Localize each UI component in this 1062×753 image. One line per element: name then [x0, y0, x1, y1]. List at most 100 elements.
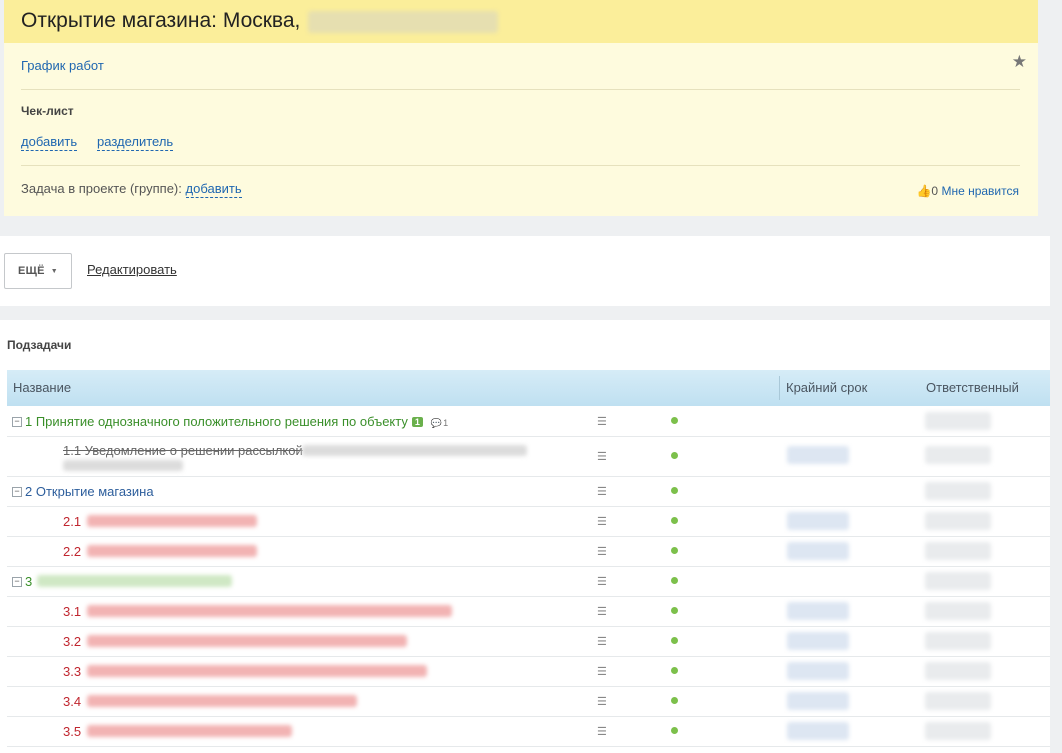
checklist-divider-link[interactable]: разделитель: [97, 134, 174, 151]
subtask-number[interactable]: 2.2: [63, 544, 81, 559]
redacted-deadline: [787, 446, 849, 464]
status-dot: [671, 452, 678, 459]
status-dot: [671, 607, 678, 614]
status-dot: [671, 697, 678, 704]
comment-count: 1: [443, 418, 449, 428]
collapse-icon[interactable]: −: [12, 577, 22, 587]
redacted-responsible: [925, 572, 991, 590]
redacted-text: [87, 665, 427, 677]
task-card: Открытие магазина: Москва, ★ График рабо…: [4, 0, 1038, 216]
subtask-title[interactable]: 1.1 Уведомление о решении рассылкой: [63, 443, 303, 458]
redacted-address: [308, 10, 499, 33]
redacted-responsible: [925, 692, 991, 710]
column-name[interactable]: Название: [13, 380, 71, 395]
subtask-number[interactable]: 3.5: [63, 724, 81, 739]
edit-link[interactable]: Редактировать: [87, 262, 177, 277]
table-row[interactable]: 3.2 ☰: [7, 626, 1050, 657]
table-row[interactable]: 3.5 ☰: [7, 716, 1050, 747]
project-add-link[interactable]: добавить: [185, 181, 242, 198]
more-button[interactable]: ЕЩЁ ▼: [4, 253, 72, 289]
star-icon[interactable]: ★: [1012, 52, 1027, 72]
table-row[interactable]: − 2 Открытие магазина ☰: [7, 476, 1050, 507]
subtask-title[interactable]: 2 Открытие магазина: [25, 484, 154, 499]
actions-bar: ЕЩЁ ▼ Редактировать: [0, 236, 1050, 306]
status-dot: [671, 577, 678, 584]
thumbs-up-icon: 👍: [916, 184, 932, 198]
subtask-number[interactable]: 3.2: [63, 634, 81, 649]
schedule-link[interactable]: График работ: [21, 58, 104, 73]
redacted-deadline: [787, 632, 849, 650]
status-dot: [671, 667, 678, 674]
redacted-deadline: [787, 722, 849, 740]
menu-icon[interactable]: ☰: [597, 725, 607, 738]
collapse-icon[interactable]: −: [12, 417, 22, 427]
status-dot: [671, 487, 678, 494]
menu-icon[interactable]: ☰: [597, 515, 607, 528]
column-divider: [779, 376, 780, 400]
table-row[interactable]: − 1 Принятие однозначного положительного…: [7, 406, 1050, 437]
likes-label[interactable]: Мне нравится: [941, 184, 1019, 198]
subtask-count-badge: 1: [411, 417, 423, 427]
menu-icon[interactable]: ☰: [597, 695, 607, 708]
subtask-title[interactable]: 3: [25, 574, 32, 589]
table-row[interactable]: 3.4 ☰: [7, 686, 1050, 717]
column-deadline[interactable]: Крайний срок: [786, 380, 867, 395]
redacted-responsible: [925, 602, 991, 620]
redacted-text: [87, 725, 292, 737]
subtask-number[interactable]: 3.3: [63, 664, 81, 679]
checklist-title: Чек-лист: [21, 104, 74, 118]
redacted-text: [87, 635, 407, 647]
table-row[interactable]: 1.1 Уведомление о решении рассылкой ☰: [7, 436, 1050, 477]
menu-icon[interactable]: ☰: [597, 575, 607, 588]
task-header: Открытие магазина: Москва,: [4, 0, 1038, 43]
menu-icon[interactable]: ☰: [597, 545, 607, 558]
redacted-responsible: [925, 632, 991, 650]
redacted-responsible: [925, 722, 991, 740]
table-row[interactable]: − 3 ☰: [7, 566, 1050, 597]
comment-icon: 💬: [430, 418, 443, 428]
redacted-responsible: [925, 482, 991, 500]
menu-icon[interactable]: ☰: [597, 485, 607, 498]
subtask-number[interactable]: 2.1: [63, 514, 81, 529]
divider: [21, 89, 1020, 90]
redacted-deadline: [787, 542, 849, 560]
menu-icon[interactable]: ☰: [597, 450, 607, 463]
table-row[interactable]: 3.1 ☰: [7, 596, 1050, 627]
redacted-responsible: [925, 662, 991, 680]
likes-count: 0: [931, 184, 939, 198]
redacted-text: [87, 515, 257, 527]
redacted-responsible: [925, 446, 991, 464]
redacted-text: [87, 605, 452, 617]
redacted-responsible: [925, 412, 991, 430]
redacted-deadline: [787, 512, 849, 530]
table-row[interactable]: 3.3 ☰: [7, 656, 1050, 687]
checklist-add-link[interactable]: добавить: [21, 134, 78, 151]
table-row[interactable]: 2.1 ☰: [7, 506, 1050, 537]
menu-icon[interactable]: ☰: [597, 635, 607, 648]
subtask-title[interactable]: 1 Принятие однозначного положительного р…: [25, 414, 448, 429]
task-title: Открытие магазина: Москва,: [21, 8, 301, 32]
table-row[interactable]: 2.2 ☰: [7, 536, 1050, 567]
status-dot: [671, 547, 678, 554]
redacted-deadline: [787, 662, 849, 680]
menu-icon[interactable]: ☰: [597, 665, 607, 678]
subtasks-panel: Подзадачи Название Крайний срок Ответств…: [0, 320, 1050, 753]
redacted-text: [63, 460, 183, 471]
divider: [21, 165, 1020, 166]
redacted-text: [87, 695, 357, 707]
like-button[interactable]: 👍0 Мне нравится: [916, 184, 1019, 198]
menu-icon[interactable]: ☰: [597, 415, 607, 428]
table-header: Название Крайний срок Ответственный: [7, 370, 1050, 406]
redacted-responsible: [925, 512, 991, 530]
status-dot: [671, 417, 678, 424]
subtasks-title: Подзадачи: [7, 338, 72, 352]
redacted-text: [87, 545, 257, 557]
project-label: Задача в проекте (группе):: [21, 181, 182, 196]
status-dot: [671, 517, 678, 524]
collapse-icon[interactable]: −: [12, 487, 22, 497]
subtask-number[interactable]: 3.4: [63, 694, 81, 709]
menu-icon[interactable]: ☰: [597, 605, 607, 618]
redacted-deadline: [787, 692, 849, 710]
column-responsible[interactable]: Ответственный: [926, 380, 1019, 395]
subtask-number[interactable]: 3.1: [63, 604, 81, 619]
